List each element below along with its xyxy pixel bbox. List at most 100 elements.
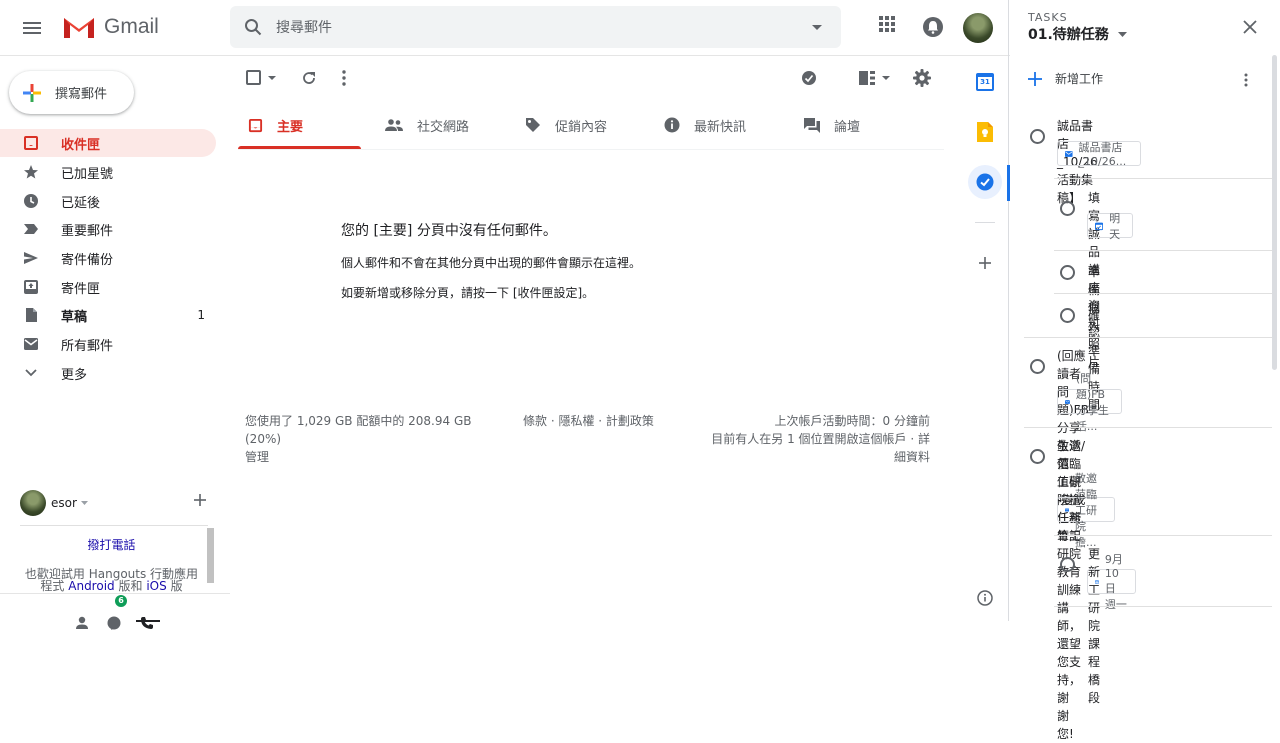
add-task-label: 新增工作	[1055, 72, 1104, 86]
mail-icon	[1065, 150, 1073, 157]
info-button[interactable]	[977, 590, 993, 606]
avatar	[20, 490, 46, 516]
refresh-button[interactable]	[301, 70, 317, 86]
chip-label: 敬邀范臨工研院擔...	[1075, 471, 1098, 549]
search-box[interactable]: 搜尋郵件	[230, 6, 841, 48]
policy-links[interactable]: 條款 · 隱私權 · 計劃政策	[523, 412, 654, 430]
compose-button[interactable]: 撰寫郵件	[9, 71, 134, 114]
task-complete-checkbox[interactable]	[1060, 201, 1075, 216]
caret-down-icon[interactable]	[268, 75, 276, 80]
tab-forums[interactable]: 論壇	[804, 100, 934, 150]
more-vert-icon	[342, 70, 346, 86]
task-complete-checkbox[interactable]	[1060, 308, 1075, 323]
tasks-status-button[interactable]	[801, 70, 817, 86]
phone-tab[interactable]	[140, 598, 158, 648]
tasks-button[interactable]	[968, 165, 1002, 199]
select-checkbox[interactable]	[246, 70, 276, 85]
unread-badge: 6	[115, 595, 127, 607]
calendar-day: 31	[980, 78, 990, 86]
hangouts-chat-tab[interactable]: 6	[106, 595, 128, 648]
tab-label: 主要	[277, 119, 304, 135]
add-task-button[interactable]: 新增工作	[1028, 70, 1103, 87]
draft-count: 1	[197, 308, 205, 322]
task-complete-checkbox[interactable]	[1030, 359, 1045, 374]
check-circle-icon	[802, 71, 816, 85]
sidebar-item-inbox[interactable]: 收件匣	[0, 129, 216, 157]
make-call-link[interactable]: 撥打電話	[20, 536, 203, 553]
sidebar-item-drafts[interactable]: 草稿 1	[0, 301, 216, 329]
account-avatar[interactable]	[963, 13, 993, 43]
sidebar-item-snoozed[interactable]: 已延後	[0, 187, 216, 215]
storage-usage: 您使用了 1,029 GB 配額中的 208.94 GB	[245, 414, 472, 428]
caret-down-icon	[882, 76, 890, 80]
task-link-chip[interactable]: 誠品書店_10/26...	[1057, 141, 1141, 168]
phone-icon	[141, 617, 153, 629]
split-pane-button[interactable]	[859, 71, 890, 85]
tab-label: 促銷內容	[555, 119, 608, 135]
close-tasks-button[interactable]	[1242, 19, 1258, 35]
mail-icon	[1065, 399, 1070, 404]
tab-social[interactable]: 社交網路	[385, 100, 515, 150]
task-date-chip[interactable]: 9月10日 週一	[1087, 553, 1136, 611]
apps-button[interactable]	[878, 15, 896, 33]
contacts-tab[interactable]	[74, 598, 90, 648]
tasks-more-button[interactable]	[1244, 73, 1248, 87]
manage-link[interactable]: 管理	[245, 448, 475, 466]
task-complete-checkbox[interactable]	[1060, 557, 1075, 572]
tasks-icon	[976, 173, 994, 191]
sidebar-item-starred[interactable]: 已加星號	[0, 158, 216, 186]
hangouts-bar: 6	[0, 593, 230, 630]
storage-percent: (20%)	[245, 432, 282, 446]
clock-icon	[23, 193, 39, 209]
task-list-selector[interactable]: 01.待辦任務	[1028, 24, 1127, 44]
task-complete-checkbox[interactable]	[1060, 265, 1075, 280]
task-complete-checkbox[interactable]	[1030, 449, 1045, 464]
gmail-logo[interactable]: Gmail	[62, 14, 159, 40]
promo-text: 版	[170, 579, 183, 593]
hangouts-user[interactable]: esor	[20, 490, 88, 516]
android-link[interactable]: Android	[68, 579, 114, 593]
notifications-button[interactable]	[922, 16, 944, 38]
sidebar-item-more[interactable]: 更多	[0, 359, 216, 387]
chip-label: (問題)FB分享生活...	[1075, 371, 1109, 433]
sidebar-item-outbox[interactable]: 寄件匣	[0, 273, 216, 301]
sidebar-item-all-mail[interactable]: 所有郵件	[0, 330, 216, 358]
task-link-chip[interactable]: 敬邀范臨工研院擔...	[1057, 472, 1115, 549]
sidebar-item-label: 更多	[61, 367, 88, 383]
main-menu-button[interactable]	[12, 8, 52, 48]
sidebar-item-sent[interactable]: 寄件備份	[0, 244, 216, 272]
chat-bubble-icon	[107, 616, 121, 630]
hangouts-add-button[interactable]	[194, 494, 206, 506]
sidebar-item-label: 寄件備份	[61, 252, 114, 268]
last-activity: 上次帳戶活動時間：0 分鐘前	[774, 414, 930, 428]
task-date-chip[interactable]: 明天	[1087, 212, 1133, 241]
search-options-icon[interactable]	[812, 24, 822, 30]
divider	[1054, 178, 1272, 179]
tab-updates[interactable]: 最新快訊	[664, 100, 794, 150]
calendar-button[interactable]: 31	[976, 73, 994, 91]
gear-icon	[913, 69, 931, 87]
active-rail-indicator	[1007, 165, 1010, 201]
settings-button[interactable]	[913, 69, 931, 87]
sidebar-item-important[interactable]: 重要郵件	[0, 215, 216, 243]
inbox-icon	[23, 135, 39, 151]
tab-promotions[interactable]: 促銷內容	[525, 100, 655, 150]
task-link-chip[interactable]: (問題)FB分享生活...	[1057, 372, 1123, 433]
scrollbar[interactable]	[1272, 55, 1277, 370]
search-icon[interactable]	[244, 18, 262, 36]
scrollbar[interactable]	[207, 528, 214, 583]
task-complete-checkbox[interactable]	[1030, 129, 1045, 144]
mail-icon	[23, 336, 39, 352]
keep-button[interactable]	[977, 122, 993, 142]
top-bar: Gmail 搜尋郵件	[0, 0, 1010, 56]
outbox-icon	[23, 279, 39, 295]
empty-state-text: 個人郵件和不會在其他分頁中出現的郵件會顯示在這裡。	[341, 256, 642, 270]
search-input[interactable]: 搜尋郵件	[276, 17, 812, 37]
get-addons-button[interactable]	[979, 257, 991, 269]
details-link[interactable]: 細資料	[690, 448, 930, 466]
tab-primary[interactable]: 主要	[248, 100, 371, 150]
more-button[interactable]	[342, 70, 346, 86]
chip-label: 誠品書店_10/26...	[1078, 141, 1127, 168]
sidebar-item-label: 已加星號	[61, 166, 114, 182]
ios-link[interactable]: iOS	[146, 579, 166, 593]
